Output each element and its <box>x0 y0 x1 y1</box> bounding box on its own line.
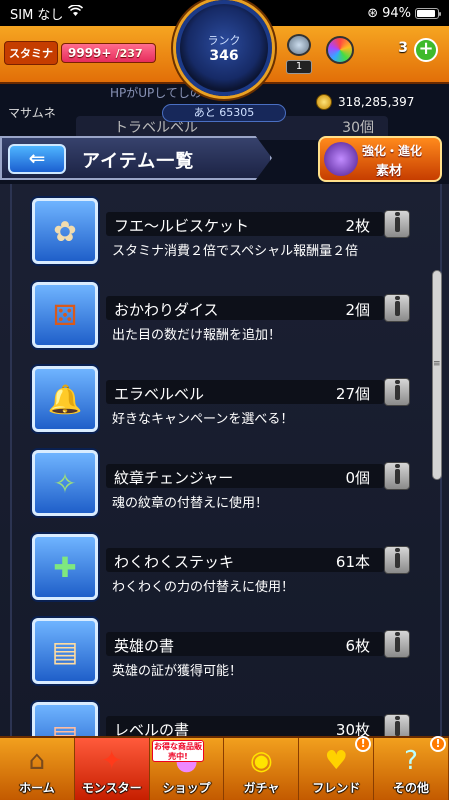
sale-badge: お得な商品販売中! <box>152 740 204 762</box>
evolve-materials-button[interactable]: 強化・進化 素材 <box>318 136 442 182</box>
item-box-button[interactable]: 1 <box>284 34 314 74</box>
bell-icon: 🔔 <box>47 382 83 416</box>
rank-value: 346 <box>209 48 239 64</box>
item-name: フエ〜ルビスケット <box>114 217 250 235</box>
item-icon-tile[interactable]: ▤ <box>32 618 98 684</box>
rank-label: ランク <box>207 34 241 47</box>
page-title: アイテム一覧 <box>82 151 195 172</box>
gacha-icon: ◉ <box>250 746 273 776</box>
item-description: スタミナ消費２倍でスペシャル報酬量２倍 <box>112 244 359 259</box>
info-button[interactable] <box>384 630 410 658</box>
item-count: 0個 <box>345 469 370 487</box>
item-count: 2個 <box>345 301 370 319</box>
item-name: わくわくステッキ <box>114 553 235 571</box>
info-button[interactable] <box>384 210 410 238</box>
nav-gacha[interactable]: ◉ ガチャ <box>224 738 300 800</box>
background-item-name: トラベルベル <box>114 120 198 136</box>
gold-amount: 318,285,397 <box>338 95 415 109</box>
rank-next-exp: あと 65305 <box>162 104 286 122</box>
item-count: 27個 <box>335 385 370 403</box>
carrier-label: SIM なし <box>10 7 64 23</box>
material-orb-icon <box>324 142 358 176</box>
monster-icon: ✦ <box>100 746 123 776</box>
title-banner: ⇐ アイテム一覧 <box>0 136 280 184</box>
item-icon-tile[interactable]: 🔔 <box>32 366 98 432</box>
stamina-current: 9999+ <box>68 46 112 60</box>
buy-orb-button[interactable]: + <box>414 38 438 62</box>
alert-badge: ! <box>355 736 372 752</box>
other-icon: ? <box>404 746 418 776</box>
evolve-label-1: 強化・進化 <box>362 144 423 158</box>
biscuit-icon: ✿ <box>53 214 77 248</box>
orb-icon <box>326 36 354 64</box>
friend-balloon-icon: ♥ <box>324 746 348 776</box>
list-scrollbar[interactable] <box>432 270 442 480</box>
item-name: おかわりダイス <box>114 301 219 319</box>
hero-book-icon: ▤ <box>51 634 79 668</box>
back-button[interactable]: ⇐ <box>8 144 66 174</box>
orb-count: 3 <box>398 40 408 56</box>
item-description: 魂の紋章の付替えに使用！ <box>112 496 269 511</box>
user-name: マサムネ <box>8 106 56 120</box>
item-count: 61本 <box>335 553 370 571</box>
item-count: 6枚 <box>345 637 370 655</box>
gold-display: 318,285,397 <box>316 94 414 110</box>
info-button[interactable] <box>384 462 410 490</box>
nav-friend[interactable]: ♥ フレンド ! <box>299 736 375 800</box>
item-icon-tile[interactable]: ✿ <box>32 198 98 264</box>
item-row[interactable]: ✧ 紋章チェンジャー 0個 魂の紋章の付替えに使用！ <box>32 450 412 522</box>
item-count: 2枚 <box>345 217 370 235</box>
orientation-lock-icon: ⊛ <box>367 5 379 21</box>
info-button[interactable] <box>384 378 410 406</box>
emblem-changer-icon: ✧ <box>53 466 77 500</box>
nav-monster[interactable]: ✦ モンスター <box>74 738 150 800</box>
item-description: わくわくの力の付替えに使用！ <box>112 580 295 595</box>
info-button[interactable] <box>384 546 410 574</box>
nav-other[interactable]: ? その他 ! <box>374 736 449 800</box>
item-row[interactable]: ✿ フエ〜ルビスケット 2枚 スタミナ消費２倍でスペシャル報酬量２倍 <box>32 198 412 270</box>
item-box-count: 1 <box>286 60 312 74</box>
item-name: 紋章チェンジャー <box>114 469 234 487</box>
item-description: 英雄の証が獲得可能！ <box>112 664 243 679</box>
stamina-gauge: スタミナ 9999+ /237 <box>4 40 156 66</box>
item-description: 好きなキャンペーンを選べる！ <box>112 412 294 427</box>
evolve-label-2: 素材 <box>376 164 403 179</box>
stamina-bar: 9999+ /237 <box>61 43 156 63</box>
alert-badge: ! <box>429 736 446 752</box>
stamina-max: /237 <box>115 47 143 60</box>
home-icon: ⌂ <box>28 746 46 776</box>
bottom-nav: ⌂ ホーム ✦ モンスター ● ショップ ◉ ガチャ ♥ フレンド ! ? その… <box>0 736 449 800</box>
item-name: 英雄の書 <box>114 637 175 655</box>
info-button[interactable] <box>384 294 410 322</box>
coin-icon <box>316 94 332 110</box>
item-icon-tile[interactable]: ✚ <box>32 534 98 600</box>
nav-home[interactable]: ⌂ ホーム <box>0 738 75 800</box>
wifi-icon <box>68 4 84 21</box>
dice-icon: ⚄ <box>52 298 78 332</box>
item-name: エラベルベル <box>114 385 205 403</box>
battery-percent: 94% <box>382 5 411 21</box>
item-row[interactable]: ▤ 英雄の書 6枚 英雄の証が獲得可能！ <box>32 618 412 690</box>
wand-icon: ✚ <box>53 550 77 584</box>
battery-icon <box>415 7 441 19</box>
item-row[interactable]: ⚄ おかわりダイス 2個 出た目の数だけ報酬を追加！ <box>32 282 412 354</box>
box-icon <box>287 34 311 56</box>
item-description: 出た目の数だけ報酬を追加！ <box>112 328 282 343</box>
item-row[interactable]: ✚ わくわくステッキ 61本 わくわくの力の付替えに使用！ <box>32 534 412 606</box>
item-icon-tile[interactable]: ⚄ <box>32 282 98 348</box>
item-row[interactable]: 🔔 エラベルベル 27個 好きなキャンペーンを選べる！ <box>32 366 412 438</box>
stamina-label: スタミナ <box>4 41 58 65</box>
item-icon-tile[interactable]: ✧ <box>32 450 98 516</box>
rank-badge[interactable]: ランク 346 <box>176 0 272 96</box>
